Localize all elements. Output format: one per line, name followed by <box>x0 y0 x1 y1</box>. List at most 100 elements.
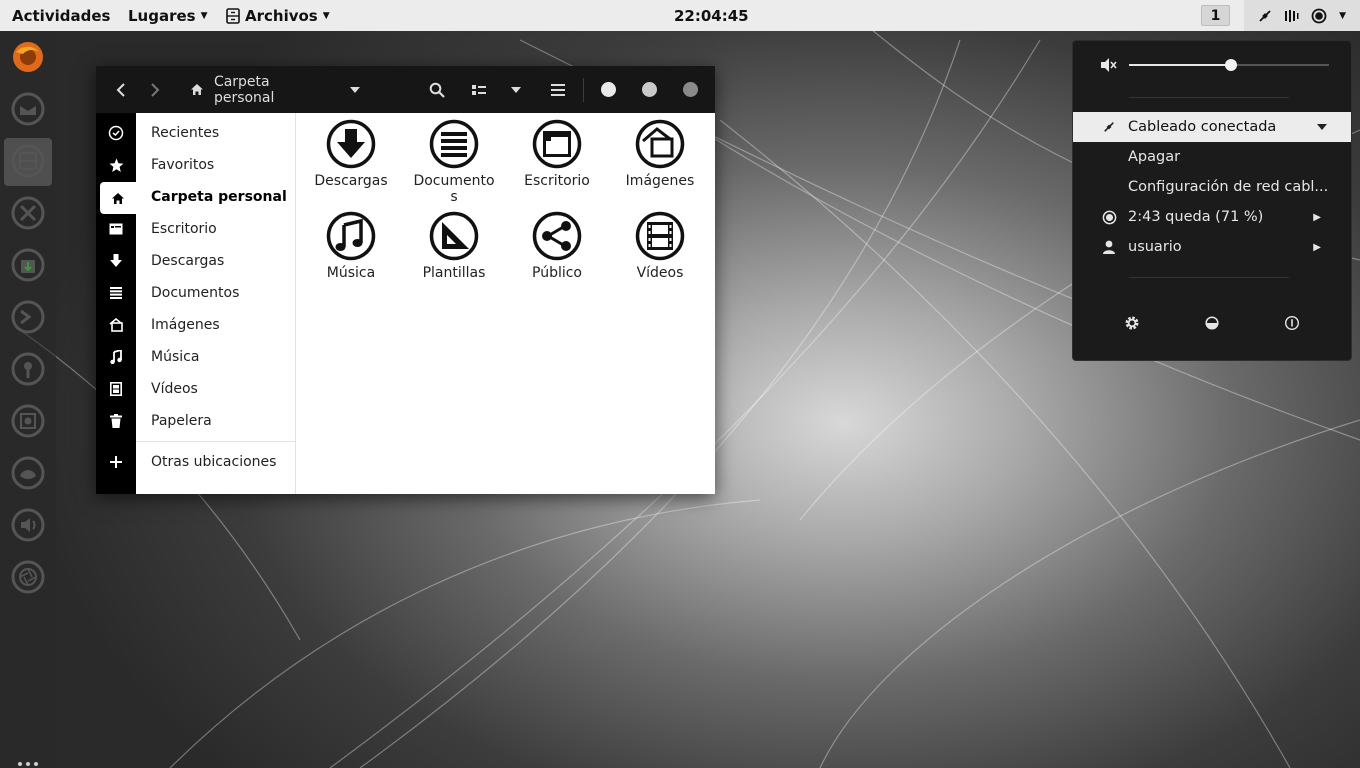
view-list-button[interactable] <box>466 66 492 113</box>
files-icon[interactable] <box>10 143 46 179</box>
sidebar-item-desktop[interactable]: Escritorio <box>136 213 296 245</box>
sound-icon[interactable] <box>10 507 46 543</box>
close-button[interactable] <box>683 82 698 97</box>
folder-item-music[interactable]: Música <box>301 211 401 281</box>
power-button[interactable] <box>1282 313 1302 333</box>
home-icon <box>190 84 203 95</box>
sidebar-item-other-locations[interactable]: Otras ubicaciones <box>136 446 296 478</box>
settings-button[interactable] <box>1122 313 1142 333</box>
network-settings-item[interactable]: Configuración de red cabl... <box>1073 172 1351 202</box>
show-applications-icon[interactable] <box>17 761 39 768</box>
chevron-right-icon: ▶ <box>1313 241 1321 253</box>
system-tray[interactable]: ▼ <box>1244 0 1360 31</box>
header-separator <box>583 78 584 102</box>
plus-icon <box>106 452 126 472</box>
minimize-button[interactable] <box>601 82 616 97</box>
sidebar-item-documents[interactable]: Documentos <box>136 277 296 309</box>
caret-down-icon <box>511 86 521 93</box>
location-label: Carpeta personal <box>213 73 275 106</box>
music-folder-icon <box>326 211 376 261</box>
folder-item-pictures[interactable]: Imágenes <box>610 119 710 189</box>
templates-folder-icon <box>429 211 479 261</box>
lock-screen-button[interactable] <box>1202 313 1222 333</box>
documents-folder-icon <box>429 119 479 169</box>
activities-button[interactable]: Actividades <box>12 0 110 31</box>
back-button[interactable] <box>108 66 134 113</box>
chevron-left-icon <box>116 82 125 97</box>
maximize-button[interactable] <box>642 82 657 97</box>
view-options-button[interactable] <box>504 66 528 113</box>
caret-down-icon: ▼ <box>200 10 208 21</box>
download-icon <box>106 251 126 271</box>
workspace-indicator[interactable]: 1 <box>1201 5 1230 26</box>
user-label: usuario <box>1128 239 1182 255</box>
folder-item-downloads[interactable]: Descargas <box>301 119 401 189</box>
power-icon <box>1284 315 1300 331</box>
folder-item-templates[interactable]: Plantillas <box>404 211 504 281</box>
thunderbird-icon[interactable] <box>10 91 46 127</box>
sidebar-item-favorites[interactable]: Favoritos <box>136 149 296 181</box>
files-app-menu[interactable]: Archivos ▼ <box>226 0 330 31</box>
volume-slider-handle[interactable] <box>1225 59 1237 71</box>
sidebar-item-videos[interactable]: Vídeos <box>136 373 296 405</box>
places-menu[interactable]: Lugares ▼ <box>128 0 208 31</box>
screenshot-icon[interactable] <box>10 403 46 439</box>
sidebar-item-label: Otras ubicaciones <box>151 454 277 470</box>
video-icon <box>106 379 126 399</box>
user-icon <box>1101 239 1117 255</box>
caret-down-icon: ▼ <box>1339 10 1347 21</box>
software-store-icon[interactable] <box>10 247 46 283</box>
sidebar-item-downloads[interactable]: Descargas <box>136 245 296 277</box>
menu-separator <box>1129 97 1289 98</box>
sidebar-item-label: Descargas <box>151 253 225 269</box>
gimp-icon[interactable] <box>10 455 46 491</box>
wired-network-icon <box>1259 9 1271 22</box>
folder-view: Descargas Documentos Escritorio Imágenes… <box>297 113 715 494</box>
clock-label: 22:04:45 <box>674 6 749 25</box>
firefox-icon[interactable] <box>10 39 46 75</box>
sidebar-item-label: Favoritos <box>151 157 215 173</box>
sidebar-item-pictures[interactable]: Imágenes <box>136 309 296 341</box>
workspace-number: 1 <box>1210 7 1221 24</box>
passwords-icon[interactable] <box>10 351 46 387</box>
menu-button[interactable] <box>545 66 571 113</box>
folder-item-videos[interactable]: Vídeos <box>610 211 710 281</box>
list-view-icon <box>472 84 486 95</box>
tools-icon[interactable] <box>10 195 46 231</box>
clock[interactable]: 22:04:45 <box>674 0 749 31</box>
sidebar-item-label: Escritorio <box>151 221 217 237</box>
hamburger-menu-icon <box>551 83 565 96</box>
public-share-folder-icon <box>532 211 582 261</box>
places-label: Lugares <box>128 6 196 25</box>
system-menu: Cableado conectada Apagar Configuración … <box>1072 40 1352 361</box>
menu-separator <box>1129 277 1289 278</box>
document-icon <box>106 283 126 303</box>
home-icon <box>100 182 136 214</box>
folder-item-public[interactable]: Público <box>507 211 607 281</box>
sidebar-item-recent[interactable]: Recientes <box>136 117 296 149</box>
location-button[interactable]: Carpeta personal <box>190 66 360 113</box>
volume-slider-track[interactable] <box>1129 59 1329 71</box>
camera-shutter-icon[interactable] <box>10 559 46 595</box>
user-item[interactable]: usuario ▶ <box>1073 232 1351 262</box>
battery-label: 2:43 queda (71 %) <box>1128 209 1264 225</box>
volume-muted-icon <box>1284 9 1299 22</box>
folder-item-documents[interactable]: Documentos <box>404 119 504 205</box>
folder-item-desktop[interactable]: Escritorio <box>507 119 607 189</box>
search-button[interactable] <box>424 66 450 113</box>
terminal-icon[interactable] <box>10 299 46 335</box>
network-off-item[interactable]: Apagar <box>1073 142 1351 172</box>
battery-item[interactable]: 2:43 queda (71 %) ▶ <box>1073 202 1351 232</box>
battery-icon <box>1312 8 1327 23</box>
gear-icon <box>1125 316 1139 330</box>
folder-label: Descargas <box>314 173 388 189</box>
sidebar-item-music[interactable]: Música <box>136 341 296 373</box>
forward-button[interactable] <box>142 66 168 113</box>
folder-label: Escritorio <box>524 173 590 189</box>
sidebar-item-label: Imágenes <box>151 317 220 333</box>
caret-down-icon: ▼ <box>322 10 330 21</box>
header-bar: Carpeta personal <box>96 66 715 113</box>
wired-connection-item[interactable]: Cableado conectada <box>1073 112 1351 142</box>
sidebar-item-home[interactable]: Carpeta personal <box>136 181 296 213</box>
sidebar-item-trash[interactable]: Papelera <box>136 405 296 437</box>
